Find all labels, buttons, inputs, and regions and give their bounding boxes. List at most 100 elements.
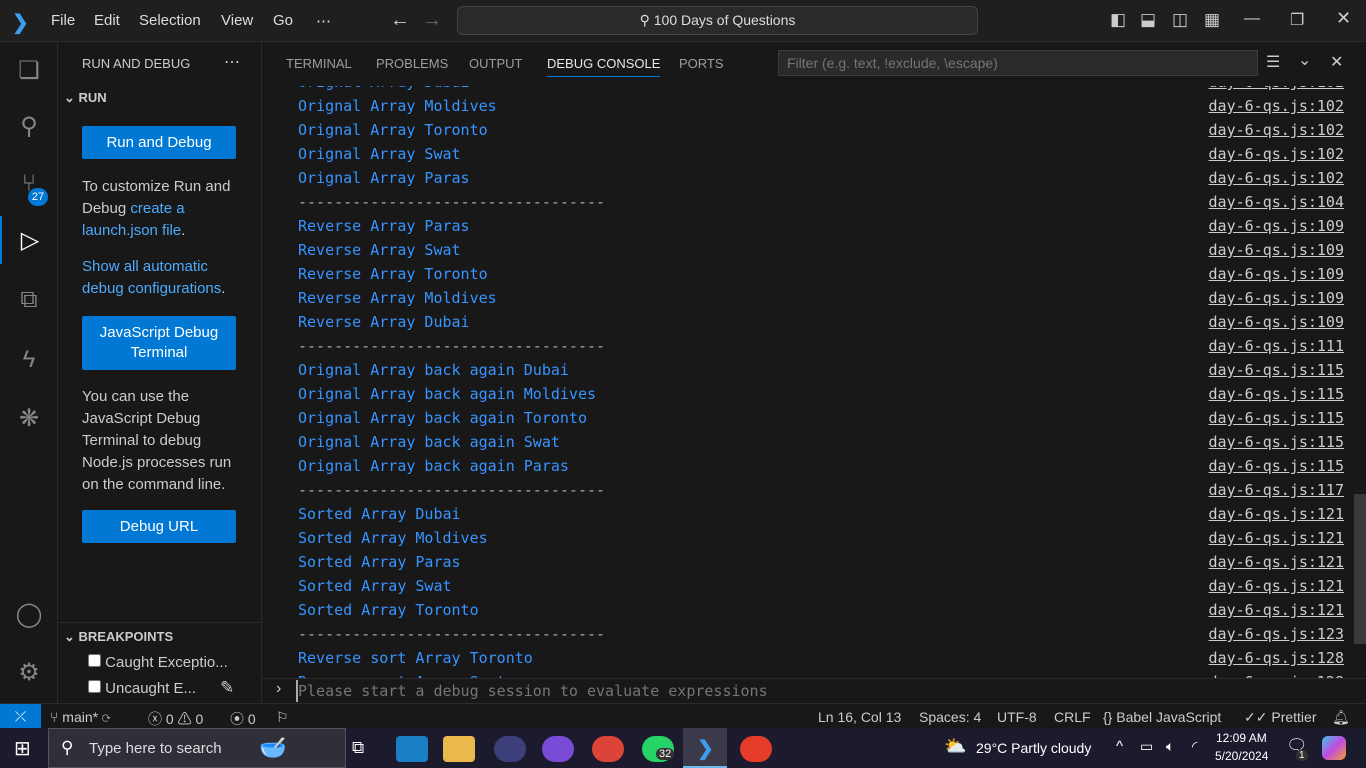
tab-terminal[interactable]: TERMINAL [286,56,352,71]
encoding[interactable]: UTF-8 [997,709,1037,725]
console-expression-input[interactable] [296,680,1296,702]
toggle-sidebar-icon[interactable]: ◧ [1110,10,1126,30]
source-link[interactable]: day-6-qs.js:102 [1209,86,1344,94]
source-link[interactable]: day-6-qs.js:109 [1209,238,1344,262]
wifi-icon[interactable]: ◜ [1192,738,1197,755]
console-scrollbar[interactable] [1354,494,1366,644]
weather-text[interactable]: 29°C Partly cloudy [976,740,1091,756]
indentation[interactable]: Spaces: 4 [919,709,981,725]
prettier-status[interactable]: ✓✓ Prettier [1244,709,1316,726]
source-link[interactable]: day-6-qs.js:102 [1209,118,1344,142]
minimize-icon[interactable]: — [1244,10,1260,28]
task-view-icon[interactable]: ⧉ [352,738,364,758]
clock-date[interactable]: 5/20/2024 [1215,749,1268,763]
tab-problems[interactable]: PROBLEMS [376,56,448,71]
run-debug-icon[interactable]: ▷ [0,216,58,264]
file-explorer-icon[interactable] [443,736,475,762]
js-debug-terminal-button[interactable]: JavaScript Debug Terminal [82,316,236,370]
restore-icon[interactable]: ❐ [1290,10,1304,30]
menu-more[interactable]: ⋯ [316,12,331,30]
chevron-down-icon[interactable]: ⌄ [1298,50,1311,70]
toggle-secondary-sidebar-icon[interactable]: ◫ [1172,10,1188,30]
edge-icon[interactable] [396,736,428,762]
tab-ports[interactable]: PORTS [679,56,724,71]
more-actions-icon[interactable]: ⋯ [224,52,240,72]
settings-gear-icon[interactable]: ⚙ [0,648,58,696]
menu-go[interactable]: Go [273,12,293,29]
source-link[interactable]: day-6-qs.js:128 [1209,646,1344,670]
checkbox[interactable] [88,654,101,667]
source-link[interactable]: day-6-qs.js:111 [1209,334,1344,358]
source-link[interactable]: day-6-qs.js:121 [1209,550,1344,574]
debug-url-button[interactable]: Debug URL [82,510,236,543]
windows-start-icon[interactable]: ⊞ [14,736,31,761]
wps-office-icon[interactable] [740,736,772,762]
search-icon[interactable]: ⚲ [0,102,58,150]
menu-edit[interactable]: Edit [94,12,120,29]
weather-icon[interactable]: ⛅ [944,736,966,757]
edit-pencil-icon[interactable]: ✎ [220,678,234,698]
vpn-shield-icon[interactable] [542,736,574,762]
forward-arrow-icon[interactable]: → [422,9,442,32]
cursor-position[interactable]: Ln 16, Col 13 [818,709,901,725]
run-and-debug-button[interactable]: Run and Debug [82,126,236,159]
show-all-configs-link[interactable]: Show all automatic debug configurations [82,258,221,297]
source-link[interactable]: day-6-qs.js:102 [1209,94,1344,118]
source-link[interactable]: day-6-qs.js:121 [1209,526,1344,550]
extensions-icon[interactable]: ⧉ [0,276,58,324]
console-filter-input[interactable] [778,50,1258,76]
clock-time[interactable]: 12:09 AM [1216,731,1267,745]
language-mode[interactable]: {} Babel JavaScript [1103,709,1221,725]
toggle-panel-icon[interactable]: ⬓ [1140,10,1156,30]
source-link[interactable]: day-6-qs.js:121 [1209,502,1344,526]
taskbar-search[interactable]: ⚲ Type here to search 🥣 [48,728,346,768]
remote-icon[interactable]: ⤫ [0,704,41,728]
menu-selection[interactable]: Selection [139,12,201,29]
source-link[interactable]: day-6-qs.js:104 [1209,190,1344,214]
source-link[interactable]: day-6-qs.js:121 [1209,598,1344,622]
thunder-client-icon[interactable]: ϟ [0,336,58,384]
run-section-header[interactable]: ⌄ RUN [64,90,107,106]
branch-status[interactable]: ⑂ main* ⟳ [50,709,110,725]
clear-console-icon[interactable]: ☰ [1266,52,1280,72]
volume-icon[interactable]: 🔈︎ [1166,738,1174,755]
source-link[interactable]: day-6-qs.js:115 [1209,454,1344,478]
source-link[interactable]: day-6-qs.js:102 [1209,166,1344,190]
breakpoint-caught-exceptions[interactable]: Caught Exceptio... [88,654,228,671]
source-link[interactable]: day-6-qs.js:102 [1209,142,1344,166]
breakpoints-header[interactable]: ⌄ BREAKPOINTS [64,629,173,645]
eclipse-icon[interactable] [494,736,526,762]
source-link[interactable]: day-6-qs.js:109 [1209,286,1344,310]
source-link[interactable]: day-6-qs.js:121 [1209,574,1344,598]
problems-status[interactable]: ⓧ 0 ⚠ 0 [148,709,203,729]
battery-icon[interactable]: ▭ [1140,738,1153,755]
customize-layout-icon[interactable]: ▦ [1204,10,1220,30]
menu-view[interactable]: View [221,12,253,29]
figma-icon[interactable]: ❋ [0,394,58,442]
vscode-taskbar-icon[interactable]: ❯ [683,728,727,768]
tab-debug-console[interactable]: DEBUG CONSOLE [547,56,661,77]
debug-status-icon[interactable]: ⚐ [276,709,289,726]
source-link[interactable]: day-6-qs.js:115 [1209,430,1344,454]
close-window-icon[interactable]: ✕ [1336,8,1351,29]
close-panel-icon[interactable]: ✕ [1330,52,1343,72]
show-hidden-icons-chevron-icon[interactable]: ^ [1116,738,1123,755]
explorer-icon[interactable]: ❏ [0,46,58,94]
chrome-icon[interactable] [592,736,624,762]
source-link[interactable]: day-6-qs.js:115 [1209,406,1344,430]
eol[interactable]: CRLF [1054,709,1091,725]
account-icon[interactable]: ◯ [0,590,58,638]
source-link[interactable]: day-6-qs.js:109 [1209,262,1344,286]
source-link[interactable]: day-6-qs.js:128 [1209,670,1344,678]
breakpoint-uncaught-exceptions[interactable]: Uncaught E... [88,680,196,697]
source-link[interactable]: day-6-qs.js:109 [1209,214,1344,238]
notifications-bell-icon[interactable]: 🔔︎ [1332,709,1350,726]
back-arrow-icon[interactable]: ← [390,9,410,32]
checkbox[interactable] [88,680,101,693]
copilot-icon[interactable] [1322,736,1346,760]
tab-output[interactable]: OUTPUT [469,56,522,71]
source-link[interactable]: day-6-qs.js:115 [1209,382,1344,406]
source-link[interactable]: day-6-qs.js:115 [1209,358,1344,382]
menu-file[interactable]: File [51,12,75,29]
command-center-search[interactable]: ⚲ 100 Days of Questions [457,6,978,35]
